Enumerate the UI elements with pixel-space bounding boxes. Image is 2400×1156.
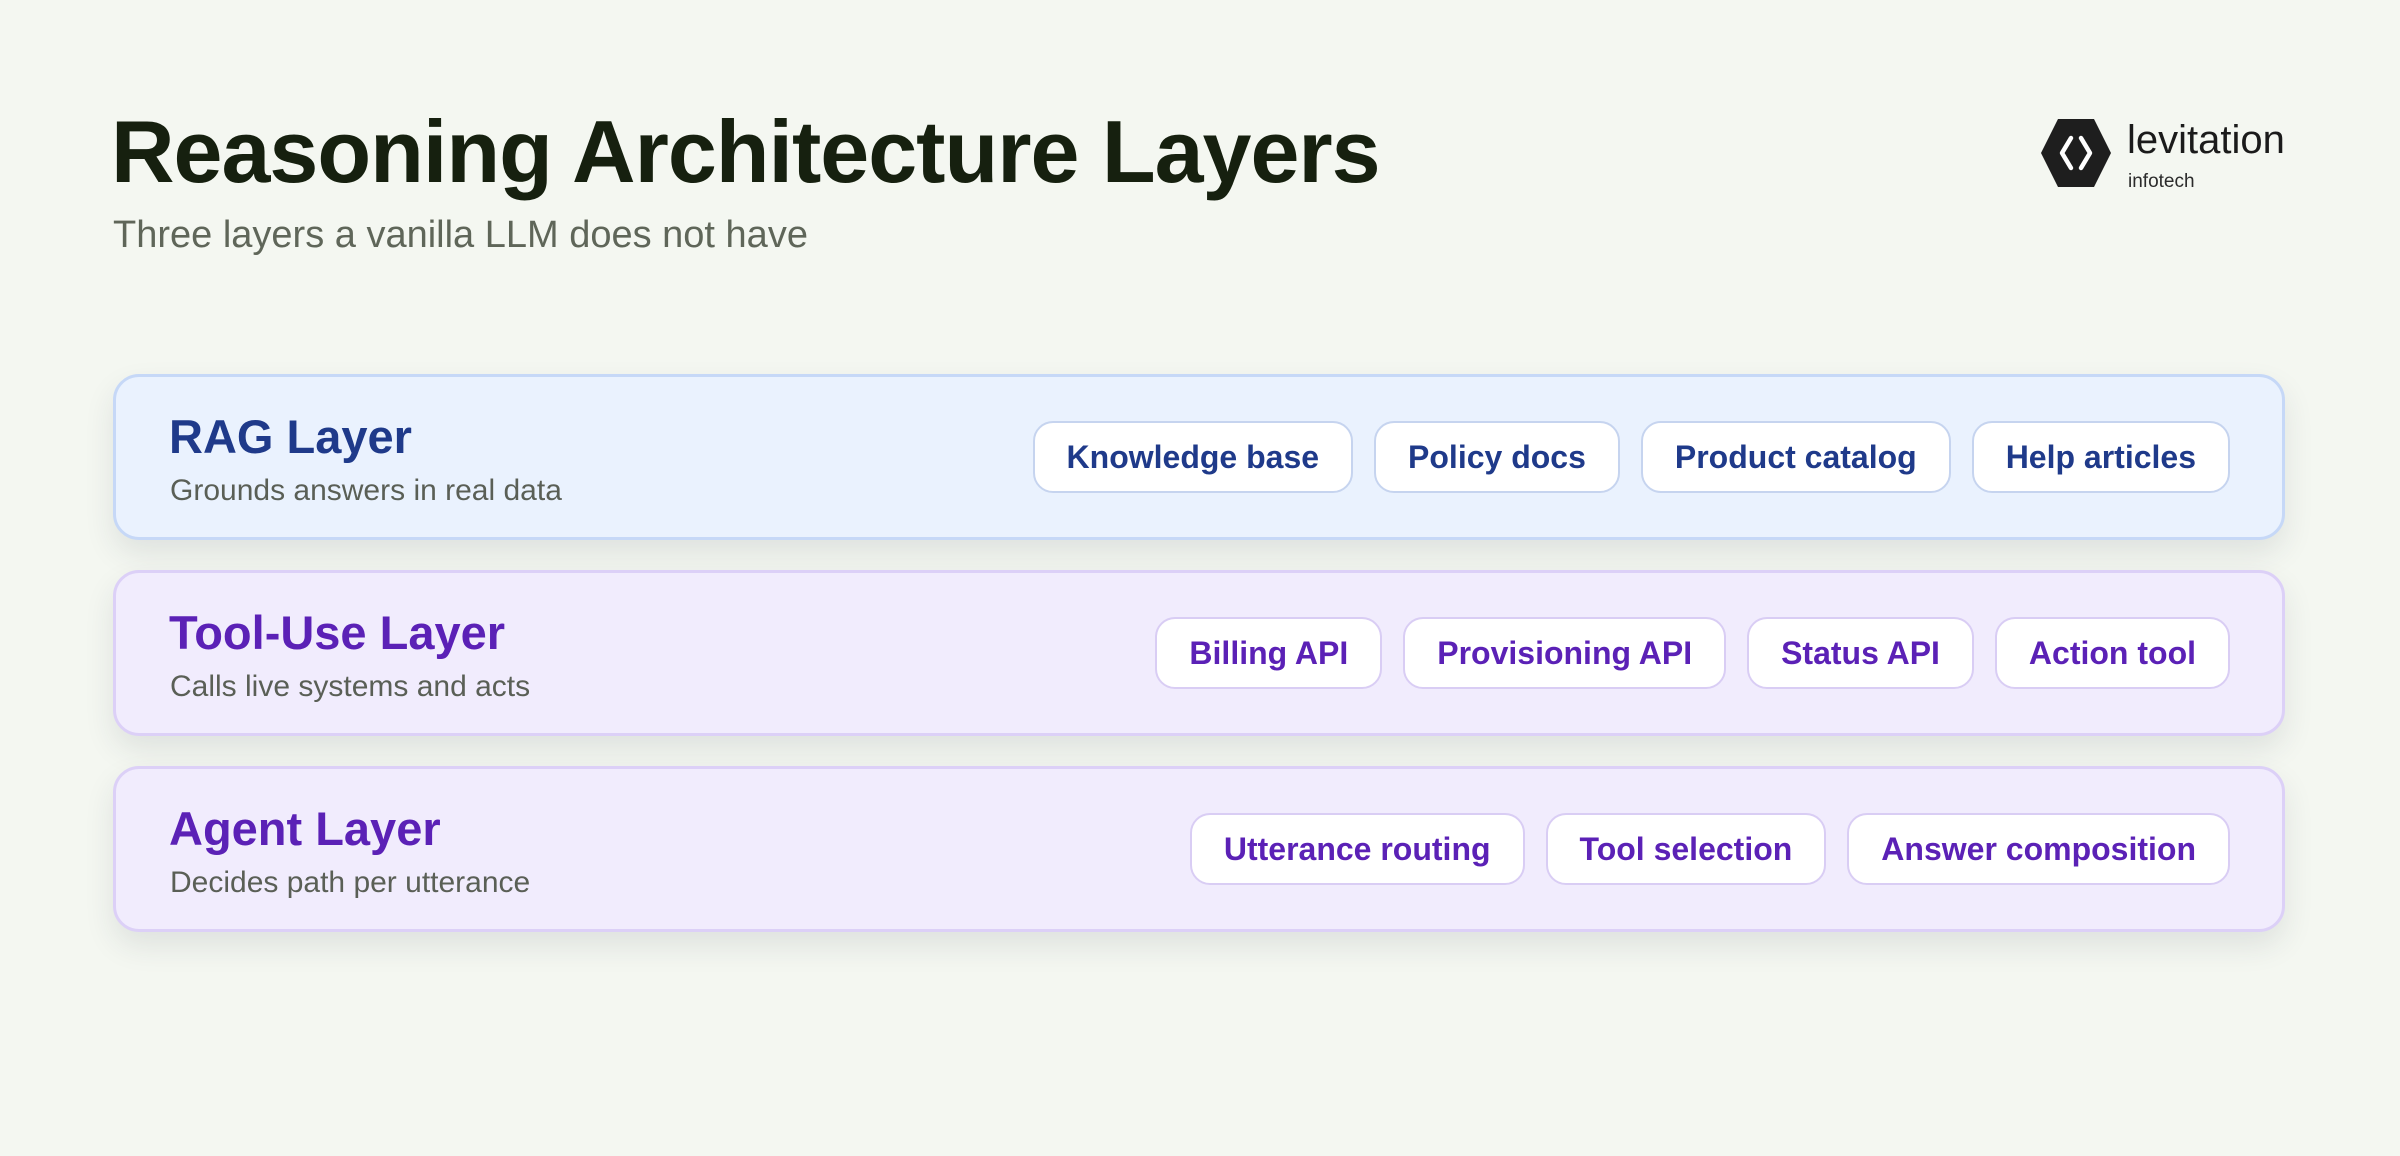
- chip-status-api: Status API: [1747, 617, 1974, 689]
- chip-answer-composition: Answer composition: [1847, 813, 2230, 885]
- page-subtitle: Three layers a vanilla LLM does not have: [113, 214, 808, 256]
- layer-description: Grounds answers in real data: [170, 474, 562, 507]
- layer-chip-group: Billing API Provisioning API Status API …: [1155, 617, 2230, 689]
- chip-utterance-routing: Utterance routing: [1189, 813, 1525, 885]
- page-title: Reasoning Architecture Layers: [111, 102, 1381, 201]
- chip-billing-api: Billing API: [1155, 617, 1383, 689]
- layer-title: Agent Layer: [169, 802, 441, 855]
- code-brackets-hexagon-icon: [2041, 119, 2111, 187]
- layer-title: RAG Layer: [169, 410, 412, 463]
- chip-knowledge-base: Knowledge base: [1032, 421, 1354, 493]
- layer-card-rag: RAG Layer Grounds answers in real data K…: [113, 374, 2285, 540]
- layer-title: Tool-Use Layer: [169, 606, 506, 659]
- chip-help-articles: Help articles: [1971, 421, 2230, 493]
- brand-logo: levitation infotech: [2040, 117, 2300, 197]
- chip-tool-selection: Tool selection: [1545, 813, 1827, 885]
- layer-chip-group: Knowledge base Policy docs Product catal…: [1032, 421, 2230, 493]
- layer-card-tool-use: Tool-Use Layer Calls live systems and ac…: [113, 570, 2285, 736]
- chip-policy-docs: Policy docs: [1374, 421, 1620, 493]
- layer-card-agent: Agent Layer Decides path per utterance U…: [113, 766, 2285, 932]
- layer-description: Calls live systems and acts: [170, 670, 531, 703]
- chip-product-catalog: Product catalog: [1640, 421, 1951, 493]
- brand-tagline: infotech: [2128, 171, 2195, 192]
- chip-provisioning-api: Provisioning API: [1403, 617, 1727, 689]
- layer-description: Decides path per utterance: [170, 866, 531, 899]
- layer-chip-group: Utterance routing Tool selection Answer …: [1189, 813, 2230, 885]
- chip-action-tool: Action tool: [1994, 617, 2230, 689]
- brand-name: levitation: [2127, 118, 2285, 162]
